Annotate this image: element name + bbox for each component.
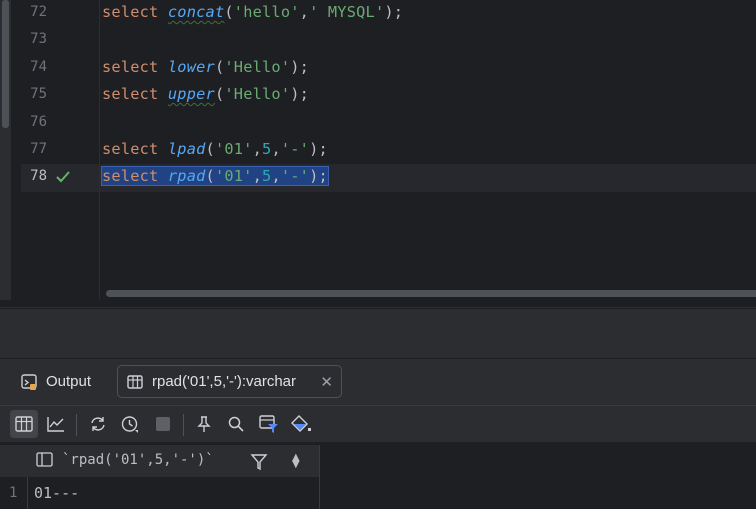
column-divider: [319, 477, 320, 509]
code-text[interactable]: select lower('Hello');: [102, 58, 309, 76]
row-number: 1: [9, 485, 18, 501]
comma: ,: [271, 140, 281, 158]
gutter-divider: [99, 0, 100, 300]
code-line-73[interactable]: 73: [21, 27, 756, 54]
keyword: select: [102, 167, 159, 186]
keyword: select: [102, 85, 159, 104]
horizontal-scrollbar-thumb[interactable]: [106, 290, 756, 297]
horizontal-scrollbar[interactable]: [100, 286, 756, 300]
string-literal: ' MYSQL': [309, 3, 385, 21]
table-icon: [127, 374, 143, 389]
toolbar-separator: [183, 414, 184, 436]
column-name: `rpad('01',5,'-')`: [62, 452, 214, 468]
output-icon: [21, 373, 37, 390]
refresh-button[interactable]: [84, 410, 112, 438]
code-line-76[interactable]: 76: [21, 110, 756, 137]
code-line-77[interactable]: 77 select lpad('01',5,'-');: [21, 137, 756, 164]
code-text[interactable]: select upper('Hello');: [102, 85, 309, 103]
result-grid[interactable]: `rpad('01',5,'-')` ▲ ▼ 1 01---: [0, 443, 756, 509]
result-toolbar: [0, 405, 756, 443]
keyword: select: [102, 140, 159, 158]
string-literal: '01': [214, 140, 253, 158]
search-button[interactable]: [222, 410, 250, 438]
toolbar-separator: [76, 414, 77, 436]
function-name: lpad: [167, 140, 206, 158]
line-number: 72: [30, 4, 47, 20]
line-number: 74: [30, 58, 47, 75]
code-line-72[interactable]: 72 select concat('hello',' MYSQL');: [21, 0, 756, 27]
code-line-74[interactable]: 74 select lower('Hello');: [21, 55, 756, 82]
string-literal: 'hello': [233, 3, 300, 21]
line-number: 76: [30, 113, 47, 130]
stop-icon: [156, 417, 170, 431]
grid-header: `rpad('01',5,'-')` ▲ ▼: [0, 445, 320, 477]
vertical-scrollbar[interactable]: [0, 0, 11, 300]
paren: (: [205, 140, 215, 158]
chart-icon: [47, 417, 64, 432]
keyword: select: [102, 57, 159, 76]
services-panel: Output rpad('01',5,'-'):varchar ✕ `rpad(…: [0, 309, 756, 509]
panel-tab-bar: Output rpad('01',5,'-'):varchar ✕: [0, 359, 756, 403]
tab-label: Output: [46, 373, 92, 390]
comma: ,: [252, 167, 263, 186]
code-text[interactable]: select lpad('01',5,'-');: [102, 140, 328, 158]
string-literal: '-': [280, 167, 310, 186]
editor-bottom-strip: [0, 300, 756, 308]
search-icon: [228, 416, 244, 432]
tab-output[interactable]: Output: [12, 365, 99, 398]
code-text-selected[interactable]: select rpad('01',5,'-');: [101, 166, 329, 187]
string-literal: '01': [214, 167, 253, 186]
code-text[interactable]: select concat('hello',' MYSQL');: [102, 3, 403, 21]
function-name: rpad: [167, 167, 206, 186]
tab-label: rpad('01',5,'-'):varchar: [152, 373, 297, 390]
column-header[interactable]: `rpad('01',5,'-')`: [36, 452, 214, 468]
vertical-scrollbar-thumb[interactable]: [2, 0, 9, 128]
line-number: 73: [30, 31, 47, 48]
comma: ,: [271, 167, 281, 186]
line-number: 75: [30, 86, 47, 103]
string-literal: '-': [280, 140, 310, 158]
pin-button[interactable]: [190, 410, 218, 438]
column-icon: [36, 452, 53, 467]
paren: );: [309, 140, 328, 158]
stop-button[interactable]: [149, 410, 177, 438]
refresh-icon: [91, 417, 105, 431]
cell-value[interactable]: 01---: [34, 484, 79, 502]
table-view-button[interactable]: [10, 410, 38, 438]
code-editor[interactable]: 72 select concat('hello',' MYSQL'); 73 7…: [0, 0, 756, 300]
chart-view-button[interactable]: [42, 410, 70, 438]
filter-icon[interactable]: [250, 453, 268, 471]
paren: );: [309, 167, 328, 186]
sort-icon[interactable]: ▲ ▼: [292, 453, 300, 470]
check-icon: [56, 171, 70, 183]
filter-icon: [259, 415, 278, 433]
function-name: concat: [167, 3, 225, 21]
code-line-78[interactable]: 78 select rpad('01',5,'-');: [21, 164, 756, 192]
string-literal: 'Hello': [224, 57, 291, 76]
comma: ,: [252, 140, 263, 158]
line-number: 78: [30, 168, 47, 185]
close-icon[interactable]: ✕: [320, 373, 333, 391]
paren: (: [205, 167, 215, 186]
string-literal: 'Hello': [224, 85, 291, 104]
paint-bucket-icon: [291, 415, 311, 432]
history-icon: [121, 416, 138, 433]
gutter-spacer: [11, 0, 21, 300]
history-button[interactable]: [116, 410, 144, 438]
filter-button[interactable]: [255, 410, 283, 438]
pin-icon: [197, 416, 211, 432]
code-args: ('hello',' MYSQL');: [224, 3, 404, 21]
code-line-75[interactable]: 75 select upper('Hello');: [21, 82, 756, 109]
function-name: upper: [167, 85, 215, 104]
selection: select rpad('01',5,'-');: [101, 166, 329, 187]
panel-header-area: [0, 309, 756, 359]
function-name: lower: [167, 57, 215, 76]
highlight-button[interactable]: [287, 410, 315, 438]
table-icon: [15, 416, 33, 432]
line-number: 77: [30, 141, 47, 157]
keyword: select: [102, 3, 159, 21]
tab-result[interactable]: rpad('01',5,'-'):varchar ✕: [117, 365, 342, 398]
